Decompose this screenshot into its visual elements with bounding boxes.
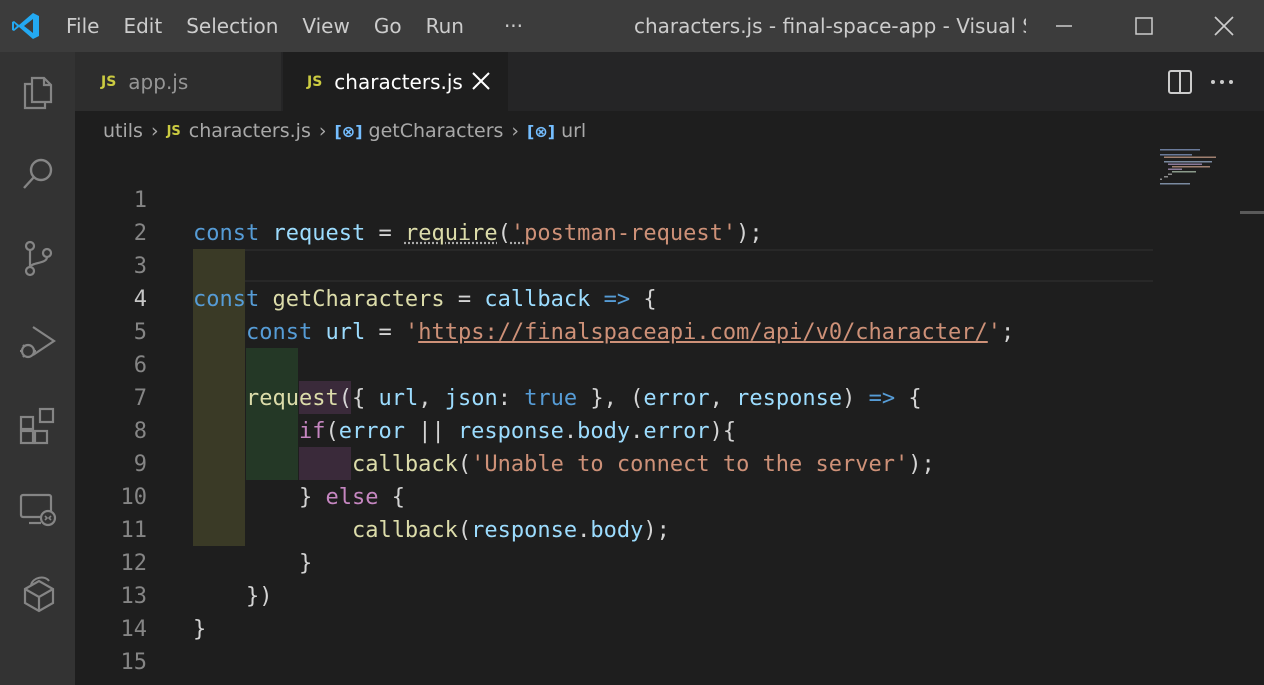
menu-edit[interactable]: Edit [111,0,174,52]
split-editor-icon [1167,69,1193,95]
vertical-scrollbar[interactable] [1240,147,1264,685]
code-line: 1 const request = require('postman-reque… [75,151,1155,184]
minimap[interactable] [1158,147,1240,187]
breadcrumb-symbol[interactable]: getCharacters [369,120,504,142]
code-line: 10 callback(response.body); [75,448,1155,481]
chevron-right-icon: › [511,120,519,142]
close-icon [1213,15,1235,37]
variable-symbol-icon: [⊗] [334,122,362,141]
chevron-right-icon: › [319,120,327,142]
tab-label: app.js [128,70,188,94]
breadcrumb: utils › JS characters.js › [⊗] getCharac… [75,111,1264,151]
breadcrumb-folder[interactable]: utils [103,120,143,142]
tab-app-js[interactable]: JS app.js [75,52,281,111]
code-line: 7 if(error || response.body.error){ [75,349,1155,382]
code-line: 15 module.exports = getCharacters [75,613,1155,646]
code-line: 9 } else { [75,415,1155,448]
menu-run[interactable]: Run [414,0,476,52]
code-editor[interactable]: 1 const request = require('postman-reque… [75,151,1264,685]
menu-more[interactable]: ··· [492,0,535,52]
close-window-button[interactable] [1184,0,1264,52]
code-line: 13 } [75,547,1155,580]
split-editor-button[interactable] [1162,64,1198,100]
maximize-button[interactable] [1104,0,1184,52]
menu-view[interactable]: View [290,0,361,52]
breadcrumb-symbol[interactable]: url [561,120,586,142]
variable-symbol-icon: [⊗] [527,122,555,141]
code-line: 8 callback('Unable to connect to the ser… [75,382,1155,415]
minimize-button[interactable] [1024,0,1104,52]
minimize-icon [1054,16,1074,36]
more-actions-button[interactable] [1204,64,1240,100]
explorer-icon[interactable] [0,52,75,132]
breadcrumb-file[interactable]: characters.js [189,120,311,142]
remote-explorer-icon[interactable] [0,470,75,550]
js-file-icon: JS [167,124,181,139]
code-line: 12 }) [75,514,1155,547]
code-line: 5 [75,283,1155,316]
code-line: 6 request({ url, json: true }, (error, r… [75,316,1155,349]
maximize-icon [1134,16,1154,36]
js-file-icon: JS [307,74,322,90]
code-line: 4 const url = 'https://finalspaceapi.com… [75,250,1155,283]
code-line: 14 [75,580,1155,613]
accounts-icon[interactable] [0,554,75,634]
title-bar: File Edit Selection View Go Run ··· char… [0,0,1264,52]
menu-go[interactable]: Go [362,0,414,52]
more-icon [1209,69,1235,95]
code-content: module.exports = getCharacters [193,679,590,685]
run-debug-icon[interactable] [0,302,75,382]
vscode-logo-icon [0,0,52,52]
window-title: characters.js - final-space-app - Visual… [634,0,1026,52]
scrollbar-thumb[interactable] [1240,211,1264,214]
tab-label: characters.js [334,70,463,94]
line-number: 15 [75,646,147,679]
code-line: 3 const getCharacters = callback => { [75,217,1155,250]
chevron-right-icon: › [151,120,159,142]
source-control-icon[interactable] [0,218,75,298]
menu-file[interactable]: File [54,0,111,52]
menu-bar: File Edit Selection View Go Run ··· [54,0,535,52]
tab-bar: JS app.js JS characters.js [75,52,1264,111]
menu-selection[interactable]: Selection [174,0,290,52]
code-line: 11 } [75,481,1155,514]
tab-characters-js[interactable]: JS characters.js [283,52,508,111]
js-file-icon: JS [101,74,116,90]
extensions-icon[interactable] [0,386,75,466]
search-icon[interactable] [0,134,75,214]
close-tab-icon[interactable] [470,70,492,92]
activity-bar [0,52,75,685]
code-line: 2 [75,184,1155,217]
